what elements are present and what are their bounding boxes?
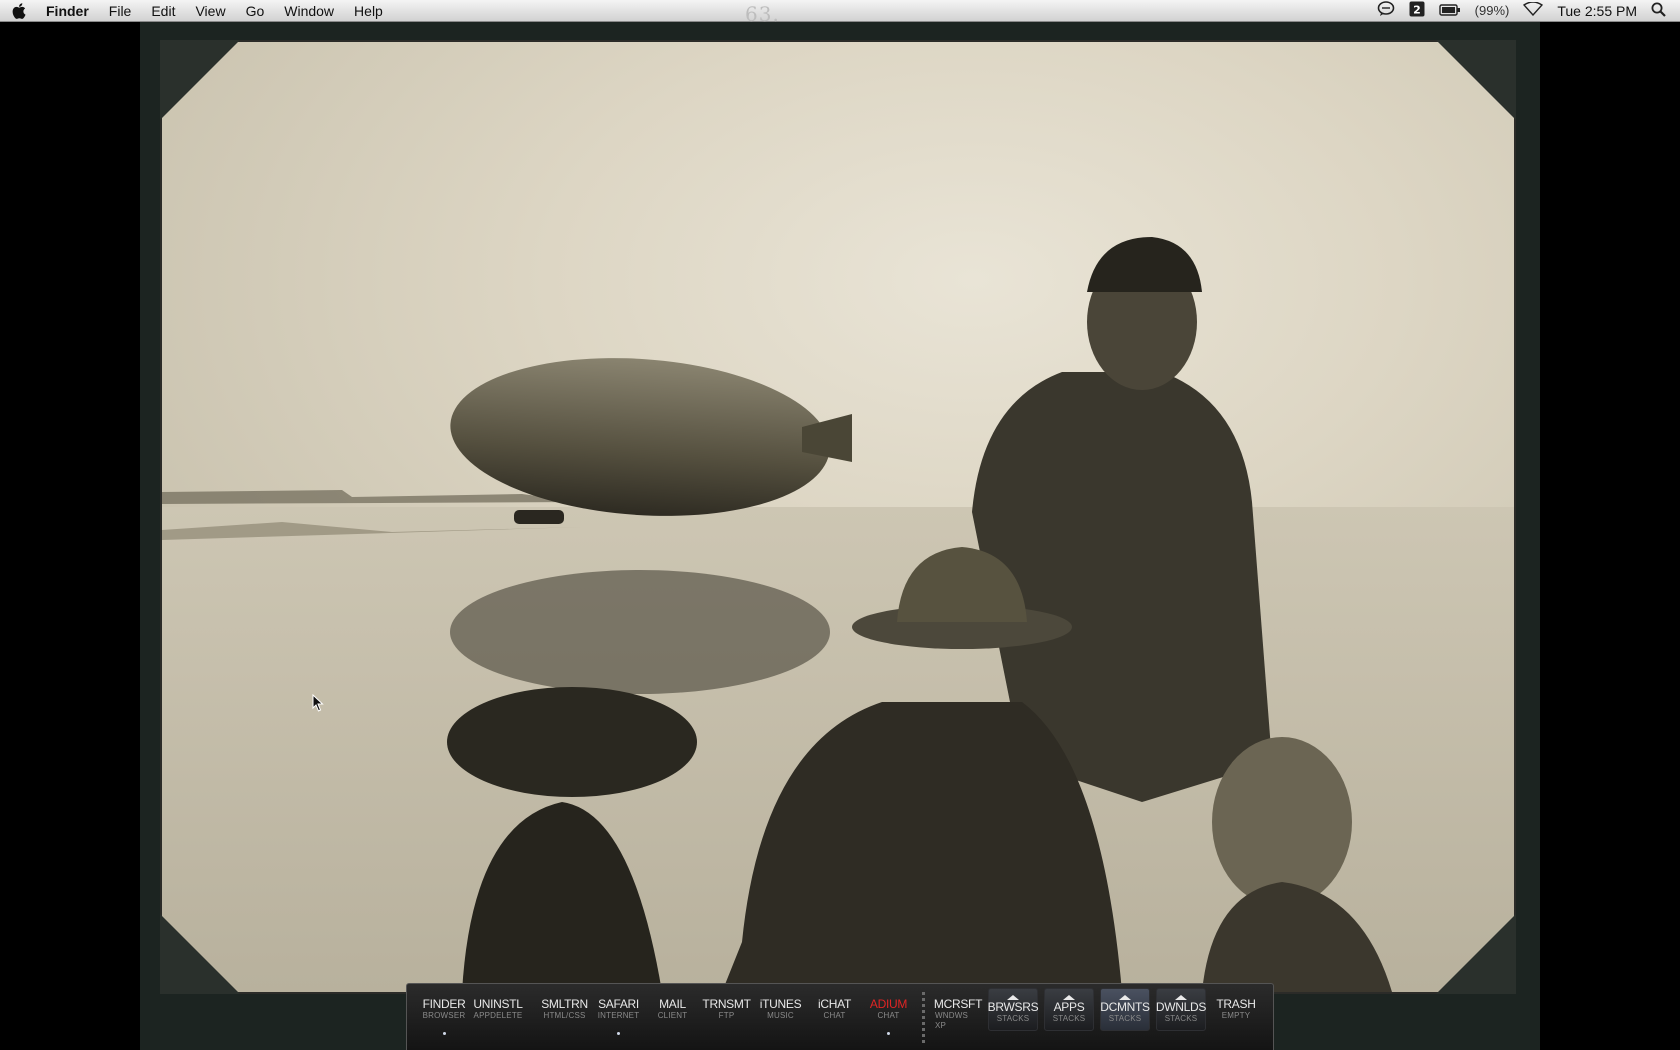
wifi-icon[interactable]	[1523, 1, 1544, 19]
menu-finder[interactable]: Finder	[38, 0, 99, 22]
menu-help[interactable]: Help	[344, 0, 393, 22]
airship-photo-illustration	[162, 237, 1514, 992]
dock: FINDER BROWSER UNINSTL APPDELETE SMLTRN …	[406, 983, 1274, 1050]
dock-item-uninstl[interactable]: UNINSTL APPDELETE	[471, 998, 525, 1021]
dock-item-trash[interactable]: TRASH EMPTY	[1209, 998, 1263, 1021]
running-indicator	[617, 1032, 621, 1035]
dock-stack-dwnlds[interactable]: DWNLDS STACKS	[1156, 988, 1206, 1031]
clock[interactable]: Tue 2:55 PM	[1557, 3, 1637, 19]
mouse-cursor-icon	[312, 693, 324, 717]
dock-item-ichat[interactable]: iCHAT CHAT	[808, 998, 862, 1021]
menu-window[interactable]: Window	[274, 0, 344, 22]
dock-item-mail[interactable]: MAIL CLIENT	[646, 998, 700, 1021]
spotlight-search-icon[interactable]	[1651, 2, 1666, 20]
dock-item-trnsmt[interactable]: TRNSMT FTP	[700, 998, 754, 1021]
dock-item-finder[interactable]: FINDER BROWSER	[417, 998, 471, 1035]
photo-corner-mount	[160, 914, 240, 994]
menu-view[interactable]: View	[185, 0, 235, 22]
menu-edit[interactable]: Edit	[141, 0, 185, 22]
menu-go[interactable]: Go	[236, 0, 275, 22]
apple-menu-icon[interactable]	[0, 2, 38, 19]
battery-percent: (99%)	[1474, 3, 1510, 18]
dock-item-smltrn[interactable]: SMLTRN HTML/CSS	[538, 998, 592, 1021]
running-indicator	[442, 1032, 446, 1035]
svg-text:2: 2	[1413, 4, 1421, 17]
photo-corner-mount	[160, 40, 240, 120]
menu-file[interactable]: File	[99, 0, 142, 22]
status-area: 2 (99%) Tue 2:55 PM	[1377, 1, 1680, 20]
dock-stack-brwsrs[interactable]: BRWSRS STACKS	[988, 988, 1039, 1031]
dock-item-safari[interactable]: SAFARI INTERNET	[592, 998, 646, 1035]
chat-status-icon[interactable]	[1377, 1, 1395, 20]
running-indicator	[887, 1032, 891, 1035]
dock-stack-dcmnts[interactable]: DCMNTS STACKS	[1100, 988, 1150, 1031]
dock-item-mcrsft[interactable]: MCRSFT WNDWS XP	[931, 998, 985, 1031]
photo-corner-mount	[1436, 914, 1516, 994]
photo-corner-mount	[1436, 40, 1516, 120]
photo-number-label: 63.	[745, 2, 780, 26]
wallpaper-photo	[162, 42, 1514, 992]
dock-item-itunes[interactable]: iTUNES MUSIC	[754, 998, 808, 1021]
menu-bar: Finder File Edit View Go Window Help 2 (…	[0, 0, 1680, 22]
battery-icon[interactable]	[1438, 3, 1461, 19]
spaces-icon[interactable]: 2	[1409, 1, 1425, 20]
dock-stack-apps[interactable]: APPS STACKS	[1044, 988, 1094, 1031]
dock-divider[interactable]	[921, 992, 925, 1043]
dock-item-adium[interactable]: ADIUM CHAT	[862, 998, 916, 1035]
